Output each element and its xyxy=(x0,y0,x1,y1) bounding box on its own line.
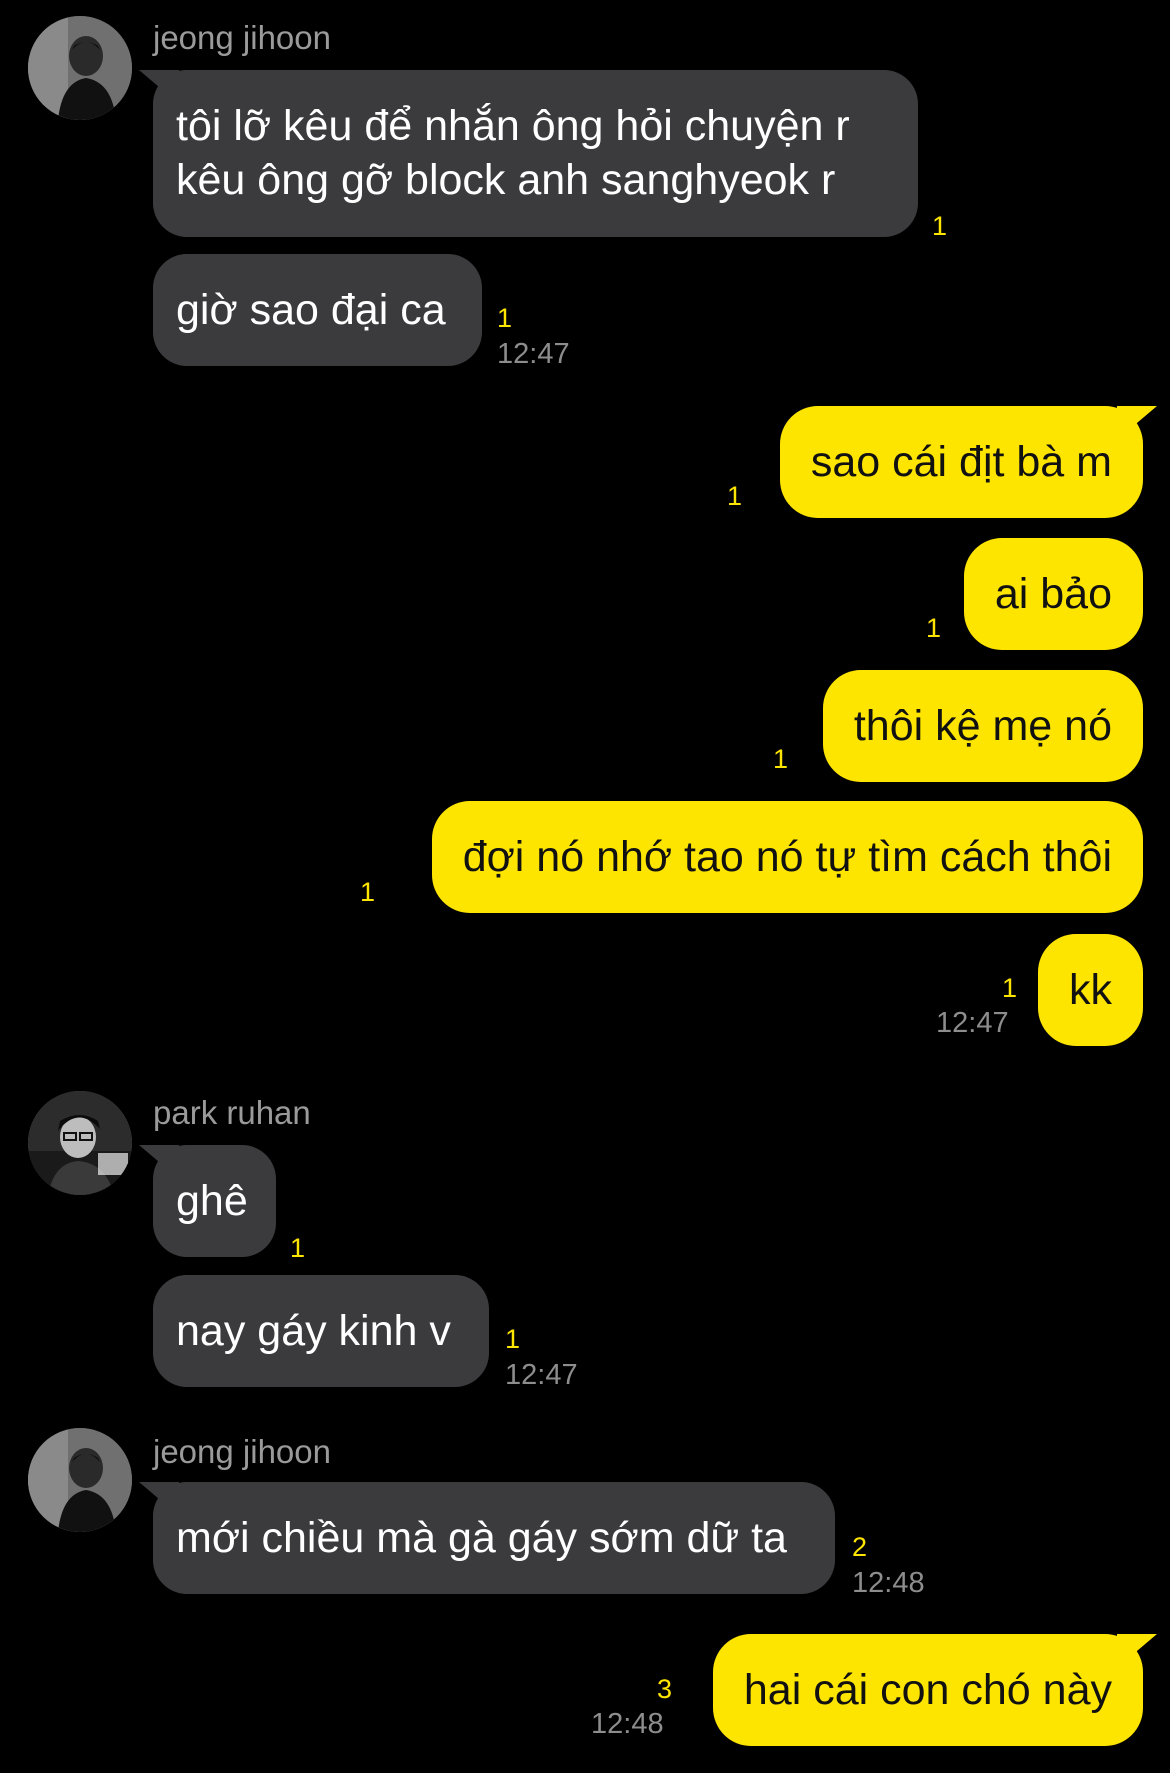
message-text: đợi nó nhớ tao nó tự tìm cách thôi xyxy=(462,833,1112,881)
unread-count: 1 xyxy=(290,1233,306,1263)
incoming-message-bubble[interactable]: ghê xyxy=(153,1145,276,1257)
sender-name: park ruhan xyxy=(153,1094,311,1131)
message-timestamp: 12:47 xyxy=(505,1359,578,1391)
outgoing-message-bubble[interactable]: hai cái con chó này xyxy=(712,1634,1143,1746)
message-text: nay gáy kinh v xyxy=(176,1307,451,1355)
incoming-message-bubble[interactable]: mới chiều mà gà gáy sớm dữ ta xyxy=(153,1482,835,1594)
incoming-message-bubble[interactable]: nay gáy kinh v xyxy=(153,1275,489,1387)
profile-photo-icon xyxy=(28,1091,132,1195)
sender-name: jeong jihoon xyxy=(153,1433,331,1470)
unread-count: 2 xyxy=(852,1532,868,1562)
incoming-message-bubble[interactable]: giờ sao đại ca xyxy=(153,254,482,366)
avatar-jeong-jihoon[interactable] xyxy=(28,1428,132,1532)
profile-photo-icon xyxy=(28,1428,132,1532)
unread-count: 3 xyxy=(656,1674,672,1704)
profile-photo-icon xyxy=(28,16,132,120)
message-text: ghê xyxy=(176,1177,248,1225)
unread-count: 1 xyxy=(727,481,743,511)
outgoing-message-bubble[interactable]: kk xyxy=(1038,934,1143,1046)
outgoing-message-bubble[interactable]: sao cái địt bà m xyxy=(779,406,1143,518)
message-text: tôi lỡ kêu để nhắn ông hỏi chuyện r xyxy=(176,102,850,150)
outgoing-message-bubble[interactable]: ai bảo xyxy=(963,538,1143,650)
message-text: kêu ông gỡ block anh sanghyeok r xyxy=(176,156,836,204)
message-text: sao cái địt bà m xyxy=(810,438,1112,486)
message-text: thôi kệ mẹ nó xyxy=(853,702,1112,750)
unread-count: 1 xyxy=(926,613,942,643)
unread-count: 1 xyxy=(360,877,376,907)
unread-count: 1 xyxy=(1002,973,1018,1003)
unread-count: 1 xyxy=(773,744,789,774)
avatar-jeong-jihoon[interactable] xyxy=(28,16,132,120)
message-timestamp: 12:48 xyxy=(852,1567,925,1599)
avatar-park-ruhan[interactable] xyxy=(28,1091,132,1195)
message-timestamp: 12:47 xyxy=(936,1007,1009,1039)
message-timestamp: 12:47 xyxy=(497,338,570,370)
message-text: giờ sao đại ca xyxy=(176,286,446,334)
incoming-message-bubble[interactable]: tôi lỡ kêu để nhắn ông hỏi chuyện r kêu … xyxy=(153,70,918,237)
message-timestamp: 12:48 xyxy=(591,1708,664,1740)
message-text: ai bảo xyxy=(994,570,1112,618)
message-text: hai cái con chó này xyxy=(743,1666,1112,1714)
outgoing-message-bubble[interactable]: đợi nó nhớ tao nó tự tìm cách thôi xyxy=(431,801,1143,913)
outgoing-message-bubble[interactable]: thôi kệ mẹ nó xyxy=(822,670,1143,782)
message-text: mới chiều mà gà gáy sớm dữ ta xyxy=(176,1514,787,1562)
message-text: kk xyxy=(1069,966,1112,1014)
unread-count: 1 xyxy=(497,303,513,333)
sender-name: jeong jihoon xyxy=(153,19,331,56)
unread-count: 1 xyxy=(505,1324,521,1354)
unread-count: 1 xyxy=(932,211,948,241)
chat-message-list[interactable]: jeong jihoon tôi lỡ kêu để nhắn ông hỏi … xyxy=(0,0,1170,1773)
